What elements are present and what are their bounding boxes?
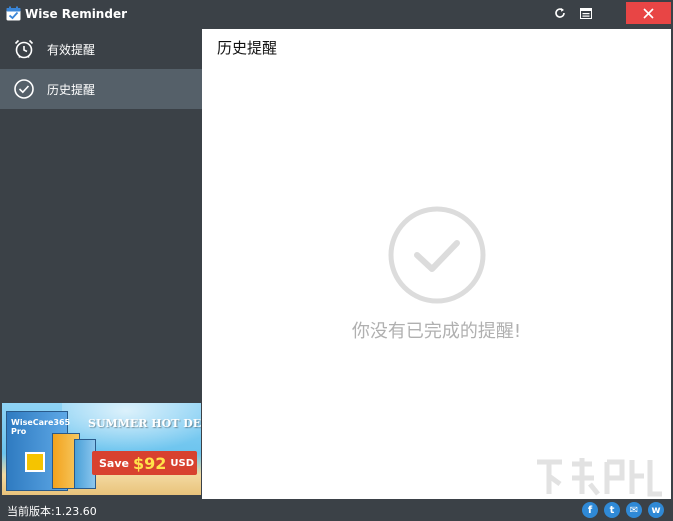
mail-icon[interactable]: ✉ [626, 502, 642, 518]
alarm-clock-icon [14, 39, 34, 59]
save-word: Save [99, 456, 129, 470]
facebook-icon[interactable]: f [582, 502, 598, 518]
main-panel: 历史提醒 你没有已完成的提醒! [202, 29, 671, 499]
twitter-icon[interactable]: t [604, 502, 620, 518]
close-icon [643, 7, 654, 19]
sidebar: 有效提醒 历史提醒 WiseCare365 Pro SUMMER HOT DEA… [0, 29, 202, 499]
save-badge: Save $92 USD [92, 451, 197, 475]
watermark-logo-icon [537, 458, 662, 497]
version-label: 当前版本:1.23.60 [7, 505, 97, 518]
check-circle-icon [14, 79, 34, 99]
close-button[interactable] [626, 2, 671, 24]
menu-icon [580, 7, 592, 19]
title-bar: Wise Reminder [0, 0, 673, 29]
sidebar-item-label: 历史提醒 [47, 83, 96, 97]
refresh-icon [555, 8, 565, 18]
empty-state-message: 你没有已完成的提醒! [351, 321, 522, 342]
app-title: Wise Reminder [25, 7, 127, 21]
website-icon[interactable]: w [648, 502, 664, 518]
refresh-button[interactable] [550, 2, 570, 24]
page-title: 历史提醒 [217, 39, 278, 57]
sidebar-item-active-reminders[interactable]: 有效提醒 [0, 29, 202, 69]
promo-banner[interactable]: WiseCare365 Pro SUMMER HOT DEAL Save $92… [2, 403, 201, 495]
save-unit: USD [170, 457, 195, 469]
calendar-check-icon [6, 6, 21, 21]
deal-headline: SUMMER HOT DEAL [88, 417, 201, 430]
product-badge-icon [25, 452, 45, 472]
check-circle-icon [388, 206, 486, 304]
sidebar-item-label: 有效提醒 [47, 43, 96, 57]
sidebar-item-history-reminders[interactable]: 历史提醒 [0, 69, 202, 109]
save-amount: $92 [132, 453, 167, 473]
menu-button[interactable] [576, 2, 596, 24]
status-bar: 当前版本:1.23.60 f t ✉ w [0, 499, 673, 521]
